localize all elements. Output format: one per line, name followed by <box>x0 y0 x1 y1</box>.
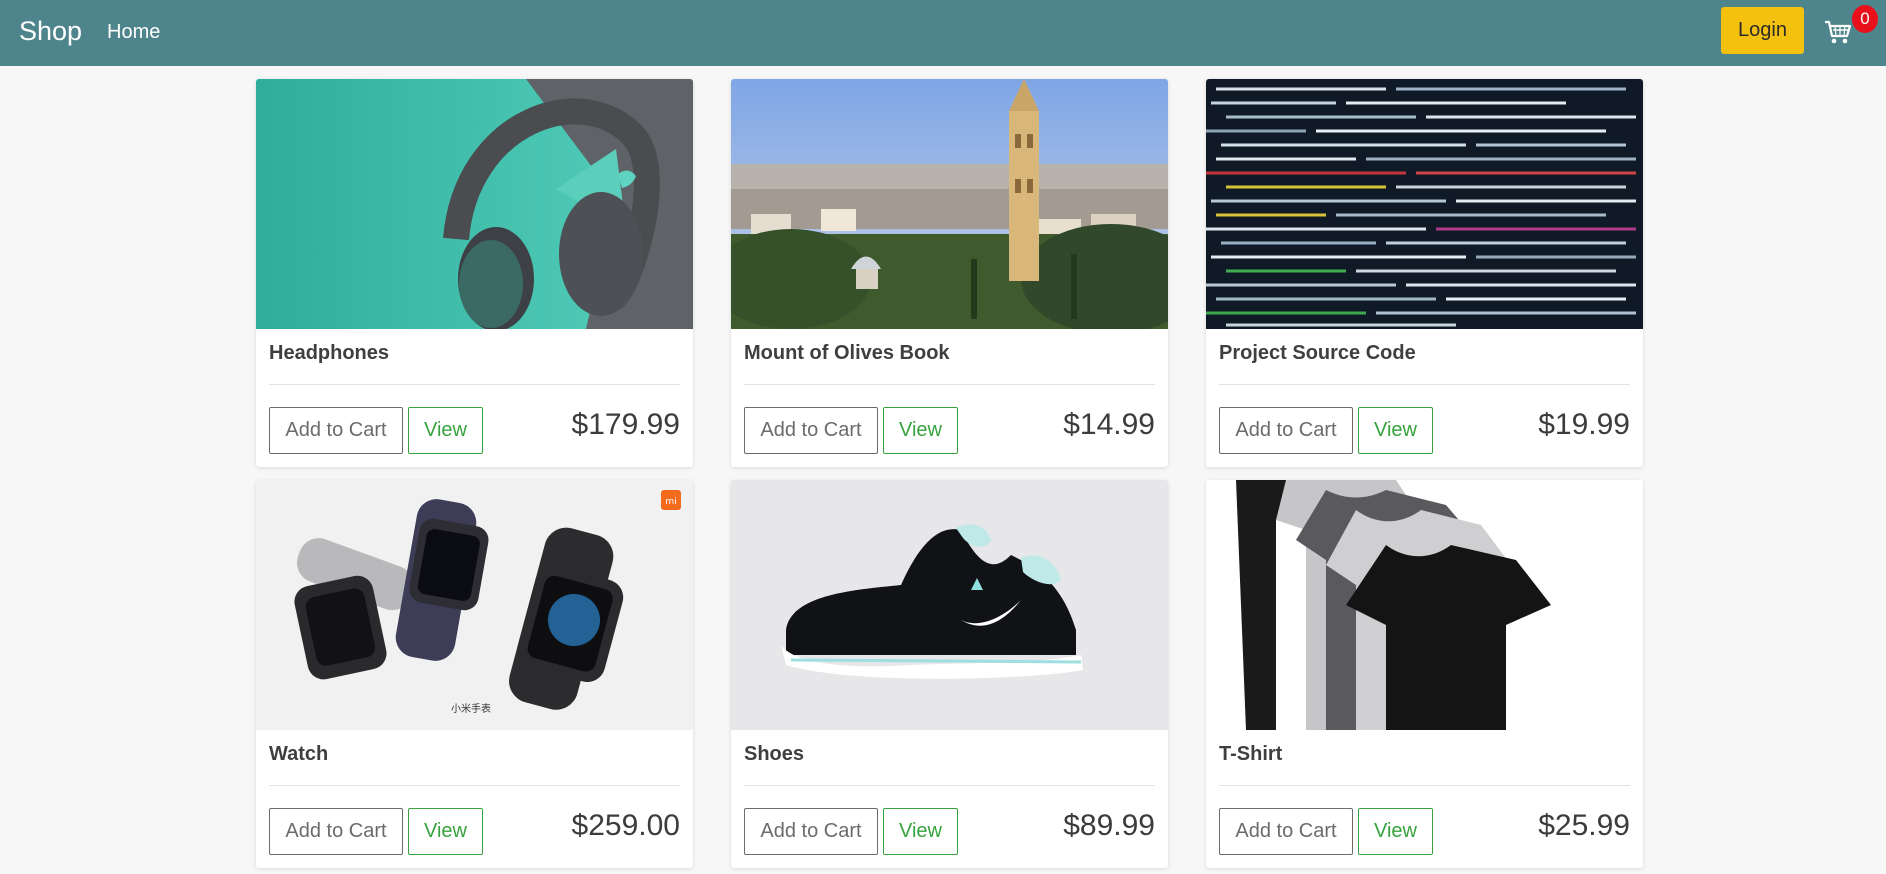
product-image-watch[interactable]: mi 小米手表 <box>256 480 693 730</box>
add-to-cart-button[interactable]: Add to Cart <box>269 808 403 855</box>
navbar: Shop Home Login 0 <box>0 0 1886 66</box>
product-title[interactable]: Project Source Code <box>1219 342 1416 365</box>
product-title[interactable]: Headphones <box>269 342 389 365</box>
product-price: $14.99 <box>1063 408 1155 441</box>
cart-icon[interactable] <box>1823 17 1853 47</box>
product-price: $179.99 <box>571 408 680 441</box>
product-price: $89.99 <box>1063 809 1155 842</box>
add-to-cart-button[interactable]: Add to Cart <box>1219 407 1353 454</box>
brand-link[interactable]: Shop <box>19 16 82 47</box>
card-divider <box>744 384 1155 385</box>
product-title[interactable]: Shoes <box>744 743 804 766</box>
product-price: $25.99 <box>1538 809 1630 842</box>
cart-count-badge: 0 <box>1852 5 1878 33</box>
view-button[interactable]: View <box>408 808 483 855</box>
card-divider <box>269 785 680 786</box>
product-image-shoes[interactable] <box>731 480 1168 730</box>
view-button[interactable]: View <box>1358 407 1433 454</box>
login-button[interactable]: Login <box>1721 7 1804 54</box>
add-to-cart-button[interactable]: Add to Cart <box>744 808 878 855</box>
watch-image-caption: 小米手表 <box>451 704 491 715</box>
product-title[interactable]: Mount of Olives Book <box>744 342 950 365</box>
svg-text:mi: mi <box>665 497 676 507</box>
card-divider <box>1219 384 1630 385</box>
view-button[interactable]: View <box>883 407 958 454</box>
view-button[interactable]: View <box>883 808 958 855</box>
product-image-source-code[interactable] <box>1206 79 1643 329</box>
product-card-watch: mi 小米手表 Watch Add to Cart View $259.00 <box>256 480 693 868</box>
product-title[interactable]: T-Shirt <box>1219 743 1282 766</box>
view-button[interactable]: View <box>1358 808 1433 855</box>
product-card-project-source-code: Project Source Code Add to Cart View $19… <box>1206 79 1643 467</box>
product-price: $259.00 <box>571 809 680 842</box>
add-to-cart-button[interactable]: Add to Cart <box>1219 808 1353 855</box>
card-divider <box>1219 785 1630 786</box>
product-card-t-shirt: T-Shirt Add to Cart View $25.99 <box>1206 480 1643 868</box>
view-button[interactable]: View <box>408 407 483 454</box>
product-image-t-shirt[interactable] <box>1206 480 1643 730</box>
product-card-mount-of-olives-book: Mount of Olives Book Add to Cart View $1… <box>731 79 1168 467</box>
card-divider <box>269 384 680 385</box>
product-card-shoes: Shoes Add to Cart View $89.99 <box>731 480 1168 868</box>
card-divider <box>744 785 1155 786</box>
nav-home-link[interactable]: Home <box>107 21 160 44</box>
product-image-mount-of-olives[interactable] <box>731 79 1168 329</box>
add-to-cart-button[interactable]: Add to Cart <box>744 407 878 454</box>
product-price: $19.99 <box>1538 408 1630 441</box>
product-title[interactable]: Watch <box>269 743 328 766</box>
product-card-headphones: Headphones Add to Cart View $179.99 <box>256 79 693 467</box>
add-to-cart-button[interactable]: Add to Cart <box>269 407 403 454</box>
product-image-headphones[interactable] <box>256 79 693 329</box>
